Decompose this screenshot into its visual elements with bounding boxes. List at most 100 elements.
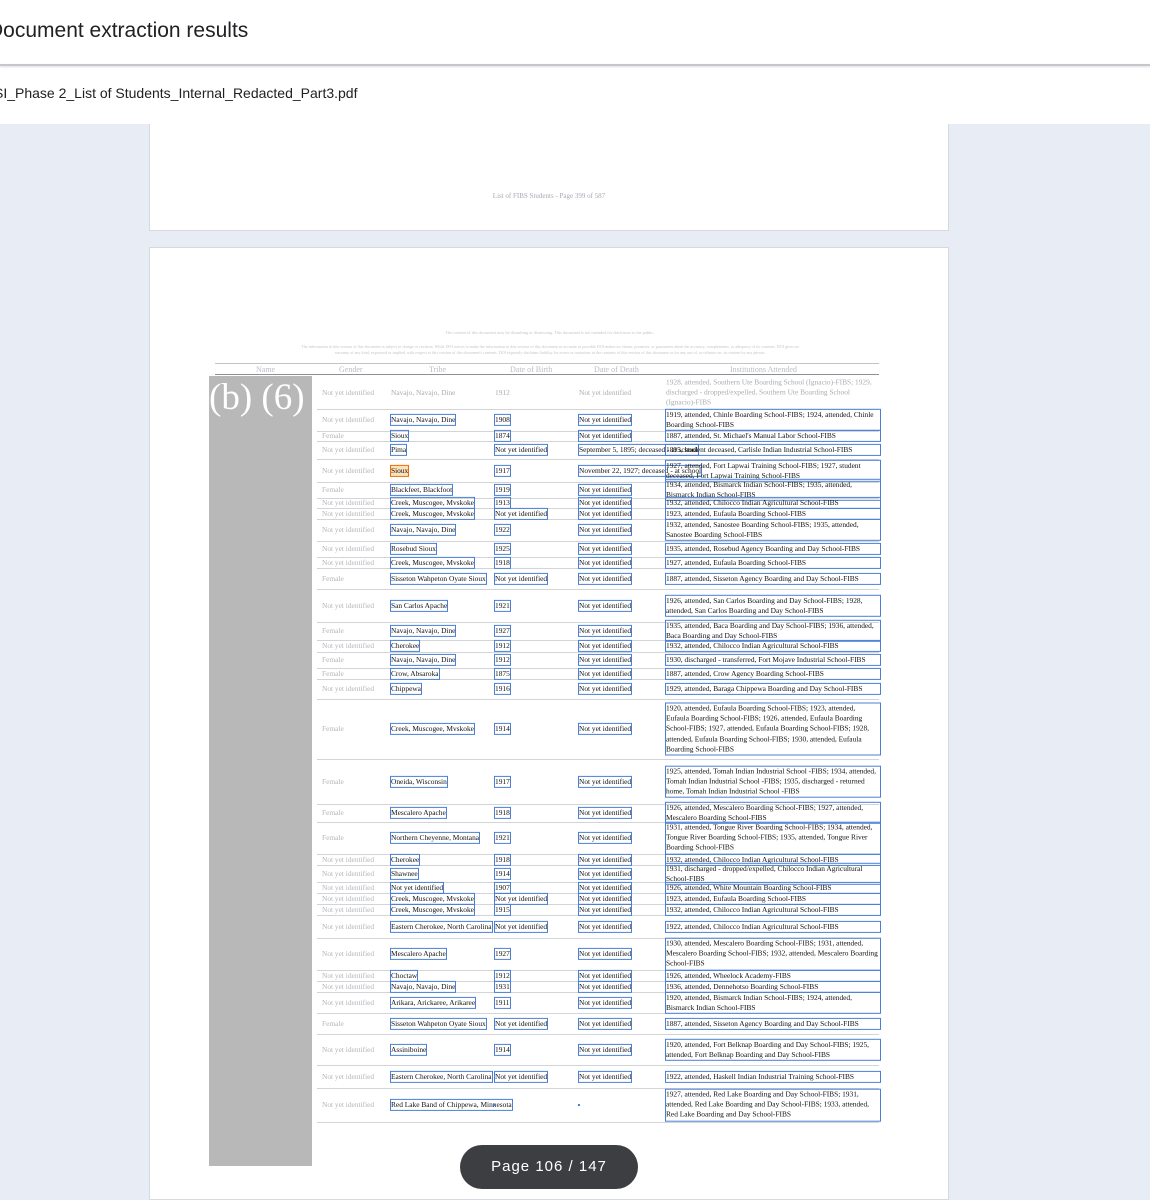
death-date-cell[interactable]: Not yet identified: [577, 413, 633, 427]
birth-date-cell[interactable]: 1917: [494, 464, 511, 477]
tribe-cell[interactable]: Sioux: [389, 429, 410, 443]
institutions-cell[interactable]: 1927, attended, Fort Lapwai Training Sch…: [665, 459, 881, 482]
birth-date-cell[interactable]: 1925: [494, 542, 511, 556]
institutions-cell[interactable]: 1926, attended, Wheelock Academy-FIBS: [665, 969, 881, 982]
death-date-cell[interactable]: Not yet identified: [577, 639, 633, 653]
death-date-cell[interactable]: Not yet identified: [577, 667, 633, 680]
death-date-cell[interactable]: Not yet identified: [577, 980, 633, 993]
birth-date-cell[interactable]: 1913: [494, 496, 511, 510]
birth-date-cell[interactable]: 1921: [494, 831, 511, 845]
birth-date-cell[interactable]: Not yet identified: [493, 920, 549, 933]
birth-date-cell[interactable]: 1914: [494, 1043, 511, 1056]
tribe-cell[interactable]: Oneida, Wisconsin: [390, 775, 448, 788]
institutions-cell[interactable]: 1923, attended, Eufaula Boarding School-…: [665, 507, 881, 520]
death-date-cell[interactable]: Not yet identified: [577, 682, 633, 696]
tribe-cell[interactable]: Sisseton Wahpeton Oyate Sioux: [390, 572, 487, 585]
tribe-cell[interactable]: Creek, Muscogee, Mvskoke: [390, 892, 475, 905]
institutions-cell[interactable]: 1926, attended, White Mountain Boarding …: [665, 881, 881, 894]
death-date-cell[interactable]: Not yet identified: [577, 920, 633, 933]
birth-date-cell[interactable]: Not yet identified: [493, 1017, 549, 1030]
birth-date-cell[interactable]: 1927: [494, 947, 511, 961]
tribe-cell[interactable]: Choctaw: [389, 969, 419, 982]
birth-date-cell[interactable]: 1914: [494, 867, 511, 880]
tribe-cell[interactable]: Eastern Cherokee, North Carolina: [390, 920, 493, 933]
institutions-cell[interactable]: 1919, attended, Chinle Boarding School-F…: [665, 408, 881, 432]
tribe-cell[interactable]: Red Lake Band of Chippewa, Minnesota: [390, 1098, 513, 1112]
tribe-cell[interactable]: Creek, Muscogee, Mvskoke: [390, 722, 475, 736]
birth-date-cell[interactable]: 1918: [494, 853, 511, 866]
institutions-cell[interactable]: 1932, attended, Chilocco Indian Agricult…: [665, 639, 881, 653]
institutions-cell[interactable]: 1932, attended, Chilocco Indian Agricult…: [665, 496, 881, 510]
birth-date-cell[interactable]: 1912: [494, 639, 511, 653]
institutions-cell[interactable]: 1930, discharged - transferred, Fort Moj…: [665, 653, 881, 667]
birth-date-cell[interactable]: Not yet identified: [493, 572, 549, 585]
death-date-cell[interactable]: Not yet identified: [577, 429, 633, 443]
tribe-cell[interactable]: Pima: [389, 443, 408, 457]
death-date-cell[interactable]: Not yet identified: [577, 881, 633, 894]
death-date-cell[interactable]: Not yet identified: [577, 806, 633, 820]
death-date-cell[interactable]: Not yet identified: [577, 969, 633, 982]
death-date-cell[interactable]: Not yet identified: [577, 599, 633, 612]
birth-date-cell[interactable]: 1911: [494, 996, 511, 1009]
birth-date-cell[interactable]: 1912: [494, 969, 511, 982]
tribe-cell[interactable]: Cherokee: [389, 639, 421, 653]
tribe-cell[interactable]: Navajo, Navajo, Dine: [389, 653, 457, 667]
death-date-cell[interactable]: Not yet identified: [577, 903, 633, 916]
death-date-cell[interactable]: Not yet identified: [577, 542, 633, 556]
tribe-cell[interactable]: Not yet identified: [389, 881, 445, 894]
tribe-cell[interactable]: Sisseton Wahpeton Oyate Sioux: [390, 1017, 487, 1030]
death-date-cell[interactable]: Not yet identified: [577, 523, 633, 537]
birth-date-cell[interactable]: 1931: [494, 980, 511, 993]
birth-date-cell[interactable]: Not yet identified: [493, 443, 549, 457]
death-date-cell[interactable]: Not yet identified: [577, 853, 633, 866]
birth-date-cell[interactable]: 1874: [494, 429, 511, 443]
tribe-cell[interactable]: Creek, Muscogee, Mvskoke: [390, 507, 475, 520]
institutions-cell[interactable]: 1936, attended, Dennehotso Boarding Scho…: [665, 980, 881, 993]
birth-date-cell[interactable]: 1914: [494, 722, 511, 736]
tribe-cell[interactable]: Assiniboine: [389, 1043, 428, 1056]
death-date-cell[interactable]: Not yet identified: [577, 892, 633, 905]
institutions-cell[interactable]: 1920, attended, Bismarck Indian School-F…: [665, 991, 881, 1014]
institutions-cell[interactable]: 1920, attended, Eufaula Boarding School-…: [665, 702, 881, 756]
tribe-cell[interactable]: Navajo, Navajo, Dine: [389, 523, 457, 537]
institutions-cell[interactable]: 1887, attended, Crow Agency Boarding Sch…: [665, 667, 881, 680]
birth-date-cell[interactable]: 1919: [494, 483, 511, 497]
death-date-cell[interactable]: Not yet identified: [577, 1043, 633, 1056]
birth-date-cell[interactable]: 1922: [494, 523, 511, 537]
death-date-cell[interactable]: Not yet identified: [577, 775, 633, 788]
tribe-cell[interactable]: Mescalero Apache: [390, 806, 447, 820]
tribe-cell[interactable]: Shawnee: [390, 867, 419, 880]
institutions-cell[interactable]: 1931, attended, Tongue River Boarding Sc…: [665, 821, 881, 855]
tribe-cell[interactable]: Blackfeet, Blackfoot: [389, 483, 454, 497]
birth-date-cell[interactable]: 1915: [494, 903, 511, 916]
death-date-cell[interactable]: Not yet identified: [577, 624, 633, 638]
birth-date-cell[interactable]: 1918: [494, 556, 511, 569]
tribe-cell[interactable]: Navajo, Navajo, Dine: [389, 624, 457, 638]
document-viewer[interactable]: List of FIBS Students - Page 399 of 587 …: [0, 124, 1150, 1200]
death-date-cell[interactable]: Not yet identified: [577, 867, 633, 880]
institutions-cell[interactable]: 1929, attended, Baraga Chippewa Boarding…: [665, 682, 881, 696]
institutions-cell[interactable]: 1927, attended, Red Lake Boarding and Da…: [665, 1088, 881, 1122]
tribe-cell[interactable]: Mescalero Apache: [390, 947, 447, 961]
tribe-cell[interactable]: Crow, Absaroka: [390, 667, 440, 680]
tribe-cell[interactable]: Creek, Muscogee, Mvskoke: [390, 903, 475, 916]
institutions-cell[interactable]: 1895, student deceased, Carlisle Indian …: [665, 443, 881, 457]
tribe-cell[interactable]: Cherokee: [389, 853, 421, 866]
death-date-cell[interactable]: Not yet identified: [577, 483, 633, 497]
birth-date-cell[interactable]: 1917: [494, 775, 511, 788]
institutions-cell[interactable]: 1935, attended, Rosebud Agency Boarding …: [665, 542, 881, 556]
tribe-cell[interactable]: Chippewa: [390, 682, 422, 696]
institutions-cell[interactable]: 1932, attended, Sanostee Boarding School…: [665, 518, 881, 542]
tribe-cell[interactable]: Sioux: [389, 464, 410, 477]
birth-date-cell[interactable]: 1918: [494, 806, 511, 820]
institutions-cell[interactable]: 1922, attended, Chilocco Indian Agricult…: [665, 920, 881, 933]
birth-date-cell[interactable]: 1927: [494, 624, 511, 638]
institutions-cell[interactable]: 1935, attended, Baca Boarding and Day Sc…: [665, 619, 881, 643]
death-date-cell[interactable]: Not yet identified: [577, 1017, 633, 1030]
birth-date-cell[interactable]: 1916: [494, 682, 511, 696]
tribe-cell[interactable]: San Carlos Apache: [389, 599, 449, 612]
institutions-cell[interactable]: 1930, attended, Mescalero Boarding Schoo…: [665, 937, 881, 971]
institutions-cell[interactable]: 1926, attended, Mescalero Boarding Schoo…: [665, 801, 881, 825]
death-date-cell[interactable]: Not yet identified: [577, 653, 633, 667]
institutions-cell[interactable]: 1932, attended, Chilocco Indian Agricult…: [665, 903, 881, 916]
